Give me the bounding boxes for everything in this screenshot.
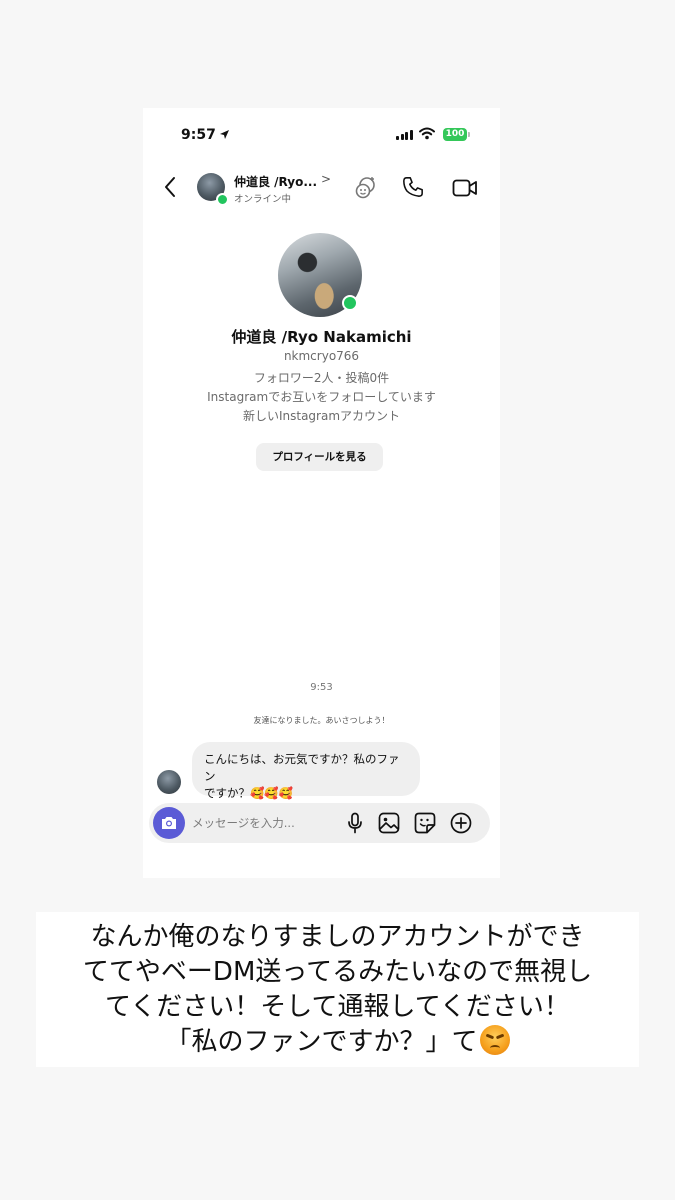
profile-note: 新しいInstagramアカウント bbox=[242, 409, 401, 423]
caption-line: なんか俺のなりすましのアカウントができ bbox=[90, 922, 585, 952]
chevron-right-icon[interactable]: > bbox=[321, 172, 331, 186]
battery-icon: 100 bbox=[443, 128, 467, 141]
header-name[interactable]: 仲道良 /Ryo... bbox=[234, 173, 317, 190]
dm-screenshot: 9:57 100 仲道良 /Ryo... > オンライン中 仲道良 /Ryo N… bbox=[143, 108, 500, 878]
view-profile-button[interactable]: プロフィールを見る bbox=[256, 443, 383, 471]
message-composer[interactable]: メッセージを入力... bbox=[149, 803, 490, 843]
caption-line: ててやベーDM送ってるみたいなので無視し bbox=[82, 957, 593, 987]
video-icon[interactable] bbox=[452, 178, 478, 198]
back-icon[interactable] bbox=[163, 176, 177, 198]
message-input[interactable]: メッセージを入力... bbox=[192, 815, 295, 831]
caption-line-last: 「私のファンですか？」て bbox=[36, 1025, 639, 1060]
profile-name: 仲道良 /Ryo Nakamichi bbox=[231, 328, 412, 346]
wifi-icon bbox=[419, 127, 435, 140]
message-bubble[interactable]: こんにちは、お元気ですか？私のファン ですか？🥰🥰🥰 bbox=[192, 742, 420, 800]
signal-icon bbox=[396, 130, 413, 140]
message-line: こんにちは、お元気ですか？私のファン bbox=[204, 752, 400, 783]
angry-face-emoji bbox=[479, 1025, 510, 1055]
camera-icon bbox=[162, 817, 176, 829]
caption-line: てください！そして通報してください！ bbox=[105, 992, 570, 1022]
profile-mutual: Instagramでお互いをフォローしています bbox=[207, 390, 436, 404]
system-message: 友達になりました。あいさつしよう！ bbox=[253, 716, 390, 725]
online-indicator bbox=[216, 193, 229, 206]
profile-stats: フォロワー2人・投稿0件 bbox=[253, 371, 390, 385]
message-avatar[interactable] bbox=[157, 770, 181, 794]
mic-icon[interactable] bbox=[347, 812, 363, 834]
profile-username: nkmcryo766 bbox=[283, 349, 360, 363]
message-timestamp: 9:53 bbox=[310, 682, 333, 693]
message-line: ですか？🥰🥰🥰 bbox=[204, 786, 293, 800]
status-time: 9:57 bbox=[181, 127, 216, 143]
location-arrow-icon bbox=[220, 130, 229, 139]
header-status: オンライン中 bbox=[234, 194, 292, 205]
effects-icon[interactable] bbox=[354, 176, 378, 200]
caption-text: 「私のファンですか？」て bbox=[165, 1027, 478, 1057]
story-caption: なんか俺のなりすましのアカウントができ ててやベーDM送ってるみたいなので無視し… bbox=[36, 912, 639, 1067]
battery-tip bbox=[468, 132, 470, 137]
plus-icon[interactable] bbox=[450, 812, 472, 834]
image-icon[interactable] bbox=[378, 812, 400, 834]
sticker-icon[interactable] bbox=[414, 812, 436, 834]
phone-icon[interactable] bbox=[402, 176, 424, 198]
profile-online-indicator bbox=[342, 295, 358, 311]
camera-button[interactable] bbox=[153, 807, 185, 839]
